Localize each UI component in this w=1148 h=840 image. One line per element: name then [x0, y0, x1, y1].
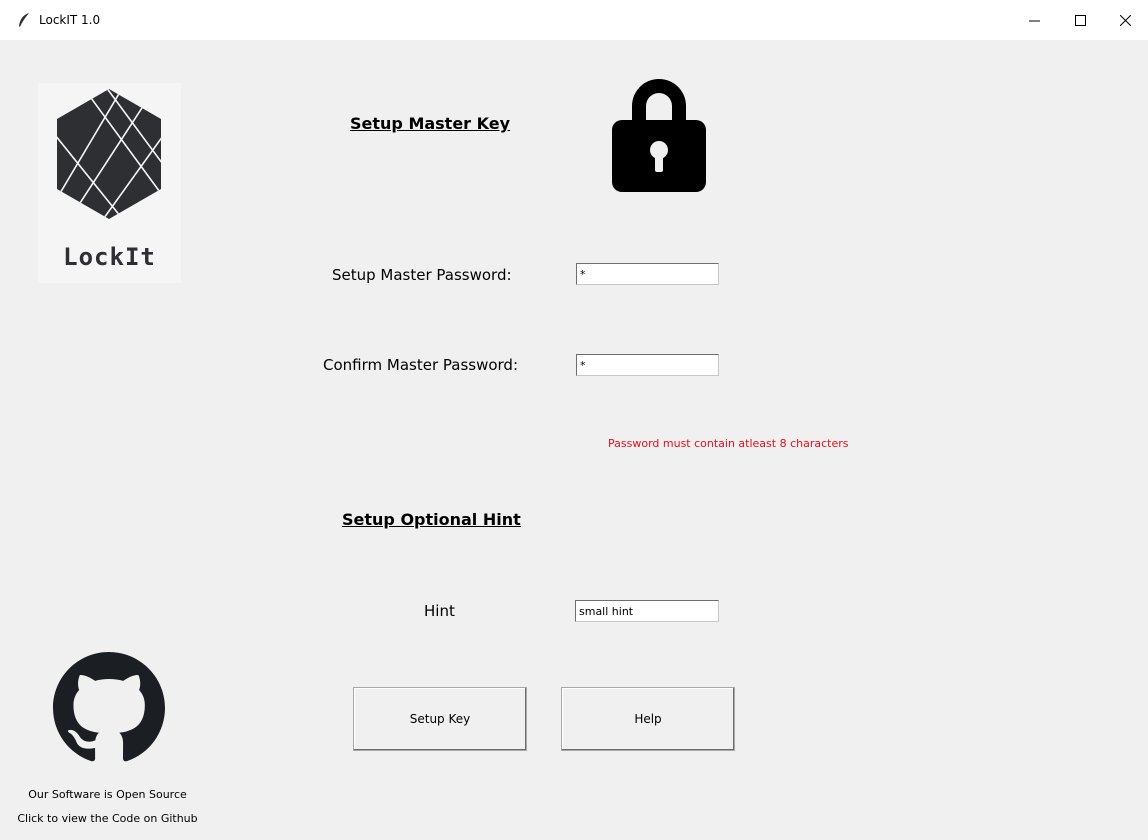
confirm-master-password-label: Confirm Master Password:	[323, 356, 518, 374]
maximize-button[interactable]	[1057, 0, 1103, 40]
close-button[interactable]	[1102, 0, 1148, 40]
setup-key-button[interactable]: Setup Key	[353, 687, 527, 751]
maximize-icon	[1074, 14, 1086, 26]
title-bar[interactable]: LockIT 1.0	[0, 0, 1148, 40]
logo-text: LockIt	[63, 243, 156, 271]
github-icon[interactable]	[51, 652, 167, 764]
feather-icon	[19, 13, 29, 27]
lockit-logo: LockIt	[38, 83, 181, 283]
padlock-icon	[612, 79, 706, 192]
setup-optional-hint-heading: Setup Optional Hint	[342, 510, 521, 529]
help-button[interactable]: Help	[561, 687, 735, 751]
setup-master-key-heading: Setup Master Key	[350, 114, 511, 133]
hexagon-logo-icon	[57, 89, 161, 219]
setup-master-password-input[interactable]	[576, 263, 719, 285]
github-link[interactable]: Click to view the Code on Github	[0, 812, 215, 825]
open-source-text: Our Software is Open Source	[28, 788, 187, 801]
close-icon	[1119, 14, 1131, 26]
hint-input[interactable]	[575, 600, 719, 622]
minimize-button[interactable]	[1011, 0, 1057, 40]
confirm-master-password-input[interactable]	[576, 354, 719, 376]
setup-master-password-label: Setup Master Password:	[332, 266, 512, 284]
minimize-icon	[1028, 20, 1040, 21]
window-title: LockIT 1.0	[39, 13, 101, 27]
hint-label: Hint	[424, 602, 455, 620]
password-error-message: Password must contain atleast 8 characte…	[608, 437, 849, 450]
